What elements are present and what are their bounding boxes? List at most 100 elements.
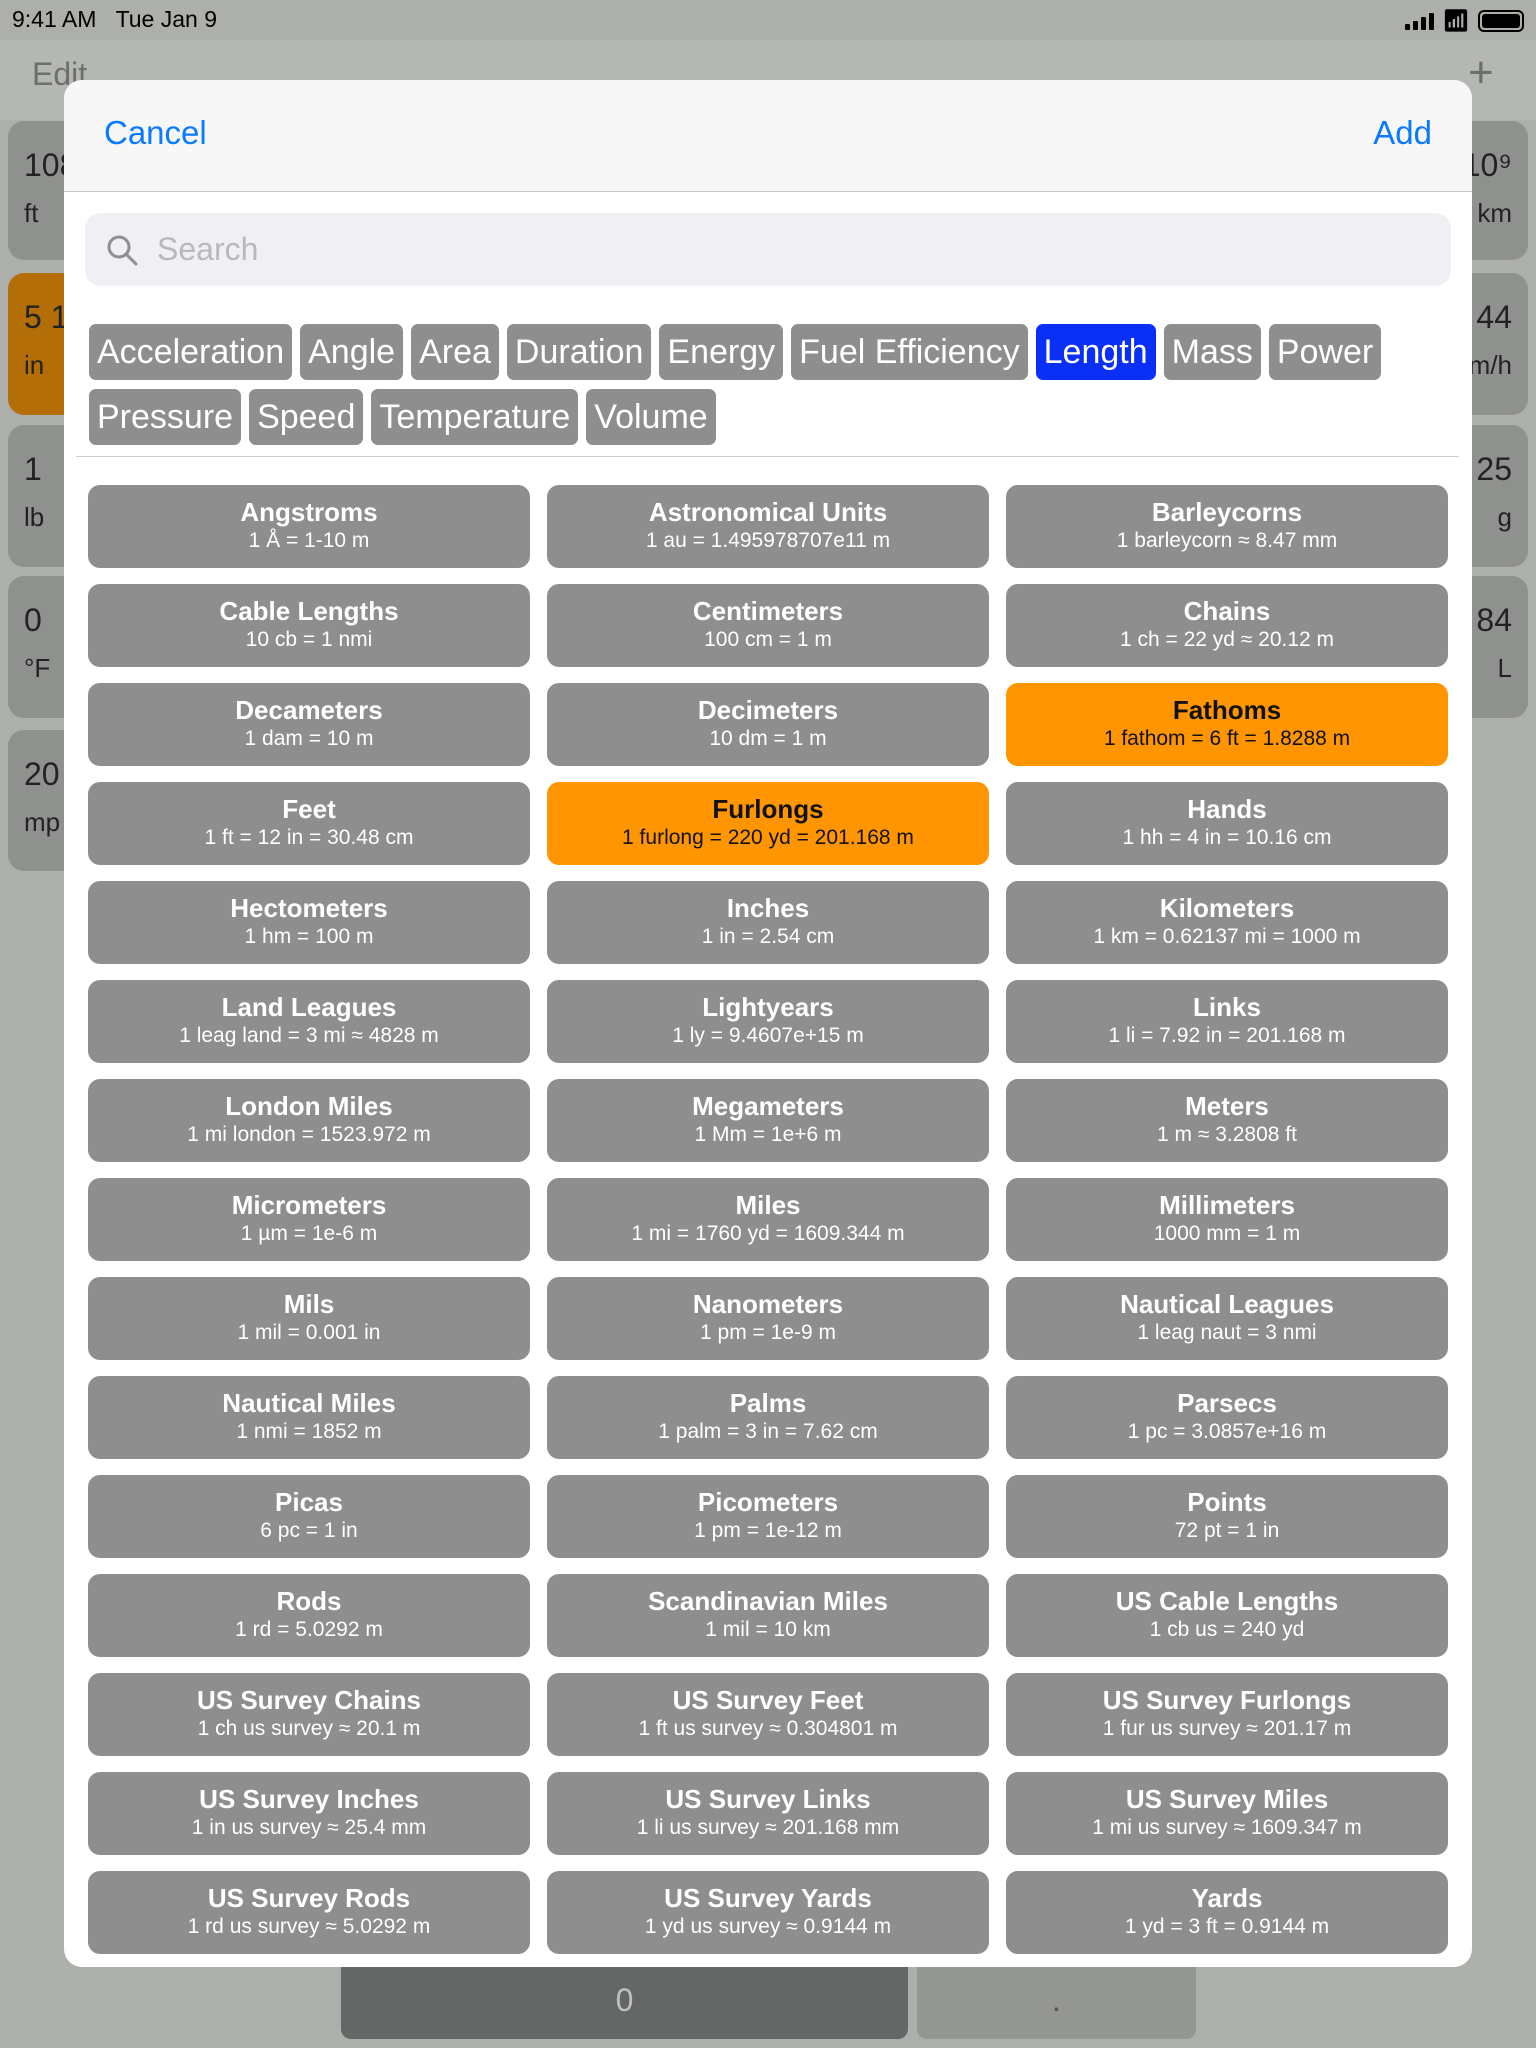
unit-name: Decimeters [697, 695, 839, 725]
unit-button[interactable]: London Miles 1 mi london = 1523.972 m [88, 1079, 530, 1162]
category-chip-power[interactable]: Power [1268, 324, 1382, 380]
unit-button[interactable]: Picas 6 pc = 1 in [88, 1475, 530, 1558]
unit-name: Picas [275, 1487, 343, 1517]
unit-button[interactable]: Cable Lengths 10 cb = 1 nmi [88, 584, 530, 667]
unit-button[interactable]: Decameters 1 dam = 10 m [88, 683, 530, 766]
unit-button[interactable]: US Survey Inches 1 in us survey ≈ 25.4 mm [88, 1772, 530, 1855]
unit-definition: 10 dm = 1 m [709, 727, 827, 750]
unit-button[interactable]: Millimeters 1000 mm = 1 m [1006, 1178, 1448, 1261]
unit-button[interactable]: Nanometers 1 pm = 1e-9 m [547, 1277, 989, 1360]
unit-definition: 1 in us survey ≈ 25.4 mm [191, 1816, 427, 1839]
search-input[interactable] [157, 231, 1357, 268]
add-button[interactable]: Add [1373, 114, 1432, 152]
unit-button[interactable]: Centimeters 100 cm = 1 m [547, 584, 989, 667]
unit-button[interactable]: Palms 1 palm = 3 in = 7.62 cm [547, 1376, 989, 1459]
category-chip-mass[interactable]: Mass [1163, 324, 1261, 380]
unit-definition: 1 ft = 12 in = 30.48 cm [204, 826, 414, 849]
unit-button[interactable]: Fathoms 1 fathom = 6 ft = 1.8288 m [1006, 683, 1448, 766]
search-icon [107, 235, 138, 265]
search-field[interactable] [85, 213, 1451, 286]
unit-definition: 1 mil = 0.001 in [237, 1321, 381, 1344]
unit-name: Links [1193, 992, 1261, 1022]
unit-button[interactable]: US Cable Lengths 1 cb us = 240 yd [1006, 1574, 1448, 1657]
category-chip-angle[interactable]: Angle [300, 324, 404, 380]
unit-button[interactable]: Megameters 1 Mm = 1e+6 m [547, 1079, 989, 1162]
unit-button[interactable]: US Survey Furlongs 1 fur us survey ≈ 201.… [1006, 1673, 1448, 1756]
category-chip-temperature[interactable]: Temperature [371, 389, 579, 445]
category-chip-energy[interactable]: Energy [659, 324, 784, 380]
unit-button[interactable]: Furlongs 1 furlong = 220 yd = 201.168 m [547, 782, 989, 865]
unit-button[interactable]: Chains 1 ch = 22 yd ≈ 20.12 m [1006, 584, 1448, 667]
unit-definition: 1 ly = 9.4607e+15 m [672, 1024, 864, 1047]
key-decimal[interactable]: . [917, 1967, 1196, 2039]
unit-definition: 1 leag land = 3 mi ≈ 4828 m [179, 1024, 439, 1047]
category-chip-speed[interactable]: Speed [249, 389, 364, 445]
unit-definition: 1 km = 0.62137 mi = 1000 m [1093, 925, 1361, 948]
unit-name: Parsecs [1177, 1388, 1277, 1418]
category-chip-area[interactable]: Area [411, 324, 499, 380]
unit-button[interactable]: Nautical Miles 1 nmi = 1852 m [88, 1376, 530, 1459]
unit-name: Meters [1185, 1091, 1269, 1121]
unit-name: US Survey Chains [197, 1685, 421, 1715]
category-chip-acceleration[interactable]: Acceleration [89, 324, 293, 380]
unit-button[interactable]: Nautical Leagues 1 leag naut = 3 nmi [1006, 1277, 1448, 1360]
unit-name: Nautical Leagues [1120, 1289, 1334, 1319]
unit-name: Barleycorns [1151, 497, 1303, 527]
unit-button[interactable]: Lightyears 1 ly = 9.4607e+15 m [547, 980, 989, 1063]
category-chip-pressure[interactable]: Pressure [89, 389, 242, 445]
unit-button[interactable]: Yards 1 yd = 3 ft = 0.9144 m [1006, 1871, 1448, 1954]
unit-definition: 1 µm = 1e-6 m [240, 1222, 378, 1245]
unit-button[interactable]: Barleycorns 1 barleycorn ≈ 8.47 mm [1006, 485, 1448, 568]
unit-button[interactable]: Points 72 pt = 1 in [1006, 1475, 1448, 1558]
unit-button[interactable]: Miles 1 mi = 1760 yd = 1609.344 m [547, 1178, 989, 1261]
unit-button[interactable]: Meters 1 m ≈ 3.2808 ft [1006, 1079, 1448, 1162]
unit-button[interactable]: Mils 1 mil = 0.001 in [88, 1277, 530, 1360]
category-chips: Acceleration Angle Area Duration Energy Fuel … [89, 324, 1449, 445]
unit-button[interactable]: Feet 1 ft = 12 in = 30.48 cm [88, 782, 530, 865]
unit-name: US Cable Lengths [1115, 1586, 1339, 1616]
unit-definition: 1 li = 7.92 in = 201.168 m [1108, 1024, 1346, 1047]
unit-button[interactable]: US Survey Rods 1 rd us survey ≈ 5.0292 m [88, 1871, 530, 1954]
unit-button[interactable]: Parsecs 1 pc = 3.0857e+16 m [1006, 1376, 1448, 1459]
unit-button[interactable]: Scandinavian Miles 1 mil = 10 km [547, 1574, 989, 1657]
unit-button[interactable]: Astronomical Units 1 au = 1.495978707e11 … [547, 485, 989, 568]
unit-button[interactable]: Hectometers 1 hm = 100 m [88, 881, 530, 964]
category-chip-volume[interactable]: Volume [586, 389, 716, 445]
unit-name: Land Leagues [221, 992, 397, 1022]
unit-definition: 72 pt = 1 in [1174, 1519, 1280, 1542]
unit-definition: 1 li us survey ≈ 201.168 mm [636, 1816, 900, 1839]
unit-button[interactable]: US Survey Links 1 li us survey ≈ 201.168 … [547, 1772, 989, 1855]
time: 9:41 AM [12, 6, 97, 32]
key-0[interactable]: 0 [341, 1967, 908, 2039]
unit-button[interactable]: Decimeters 10 dm = 1 m [547, 683, 989, 766]
unit-definition: 1 cb us = 240 yd [1149, 1618, 1305, 1641]
unit-name: Inches [726, 893, 810, 923]
cancel-button[interactable]: Cancel [104, 114, 207, 152]
unit-button[interactable]: Micrometers 1 µm = 1e-6 m [88, 1178, 530, 1261]
category-chip-duration[interactable]: Duration [506, 324, 652, 380]
unit-button[interactable]: Angstroms 1 Å = 1-10 m [88, 485, 530, 568]
unit-button[interactable]: Picometers 1 pm = 1e-12 m [547, 1475, 989, 1558]
unit-button[interactable]: Hands 1 hh = 4 in = 10.16 cm [1006, 782, 1448, 865]
unit-button[interactable]: US Survey Yards 1 yd us survey ≈ 0.9144 m [547, 1871, 989, 1954]
unit-button[interactable]: Links 1 li = 7.92 in = 201.168 m [1006, 980, 1448, 1063]
unit-button[interactable]: US Survey Feet 1 ft us survey ≈ 0.304801 … [547, 1673, 989, 1756]
unit-button[interactable]: Kilometers 1 km = 0.62137 mi = 1000 m [1006, 881, 1448, 964]
unit-name: Scandinavian Miles [648, 1586, 888, 1616]
unit-name: Millimeters [1159, 1190, 1295, 1220]
battery-icon [1478, 10, 1524, 32]
unit-button[interactable]: US Survey Miles 1 mi us survey ≈ 1609.347… [1006, 1772, 1448, 1855]
category-chip-length[interactable]: Length [1035, 324, 1156, 380]
category-chip-fuel-efficiency[interactable]: Fuel Efficiency [791, 324, 1028, 380]
unit-name: Rods [276, 1586, 342, 1616]
unit-button[interactable]: Rods 1 rd = 5.0292 m [88, 1574, 530, 1657]
unit-name: US Survey Miles [1125, 1784, 1329, 1814]
unit-button[interactable]: Land Leagues 1 leag land = 3 mi ≈ 4828 m [88, 980, 530, 1063]
unit-button[interactable]: US Survey Chains 1 ch us survey ≈ 20.1 m [88, 1673, 530, 1756]
unit-definition: 1 fur us survey ≈ 201.17 m [1102, 1717, 1352, 1740]
unit-definition: 1 ch = 22 yd ≈ 20.12 m [1119, 628, 1335, 651]
unit-button[interactable]: Inches 1 in = 2.54 cm [547, 881, 989, 964]
unit-definition: 1 mi london = 1523.972 m [187, 1123, 431, 1146]
unit-definition: 1 furlong = 220 yd = 201.168 m [622, 826, 914, 849]
unit-definition: 6 pc = 1 in [260, 1519, 358, 1542]
